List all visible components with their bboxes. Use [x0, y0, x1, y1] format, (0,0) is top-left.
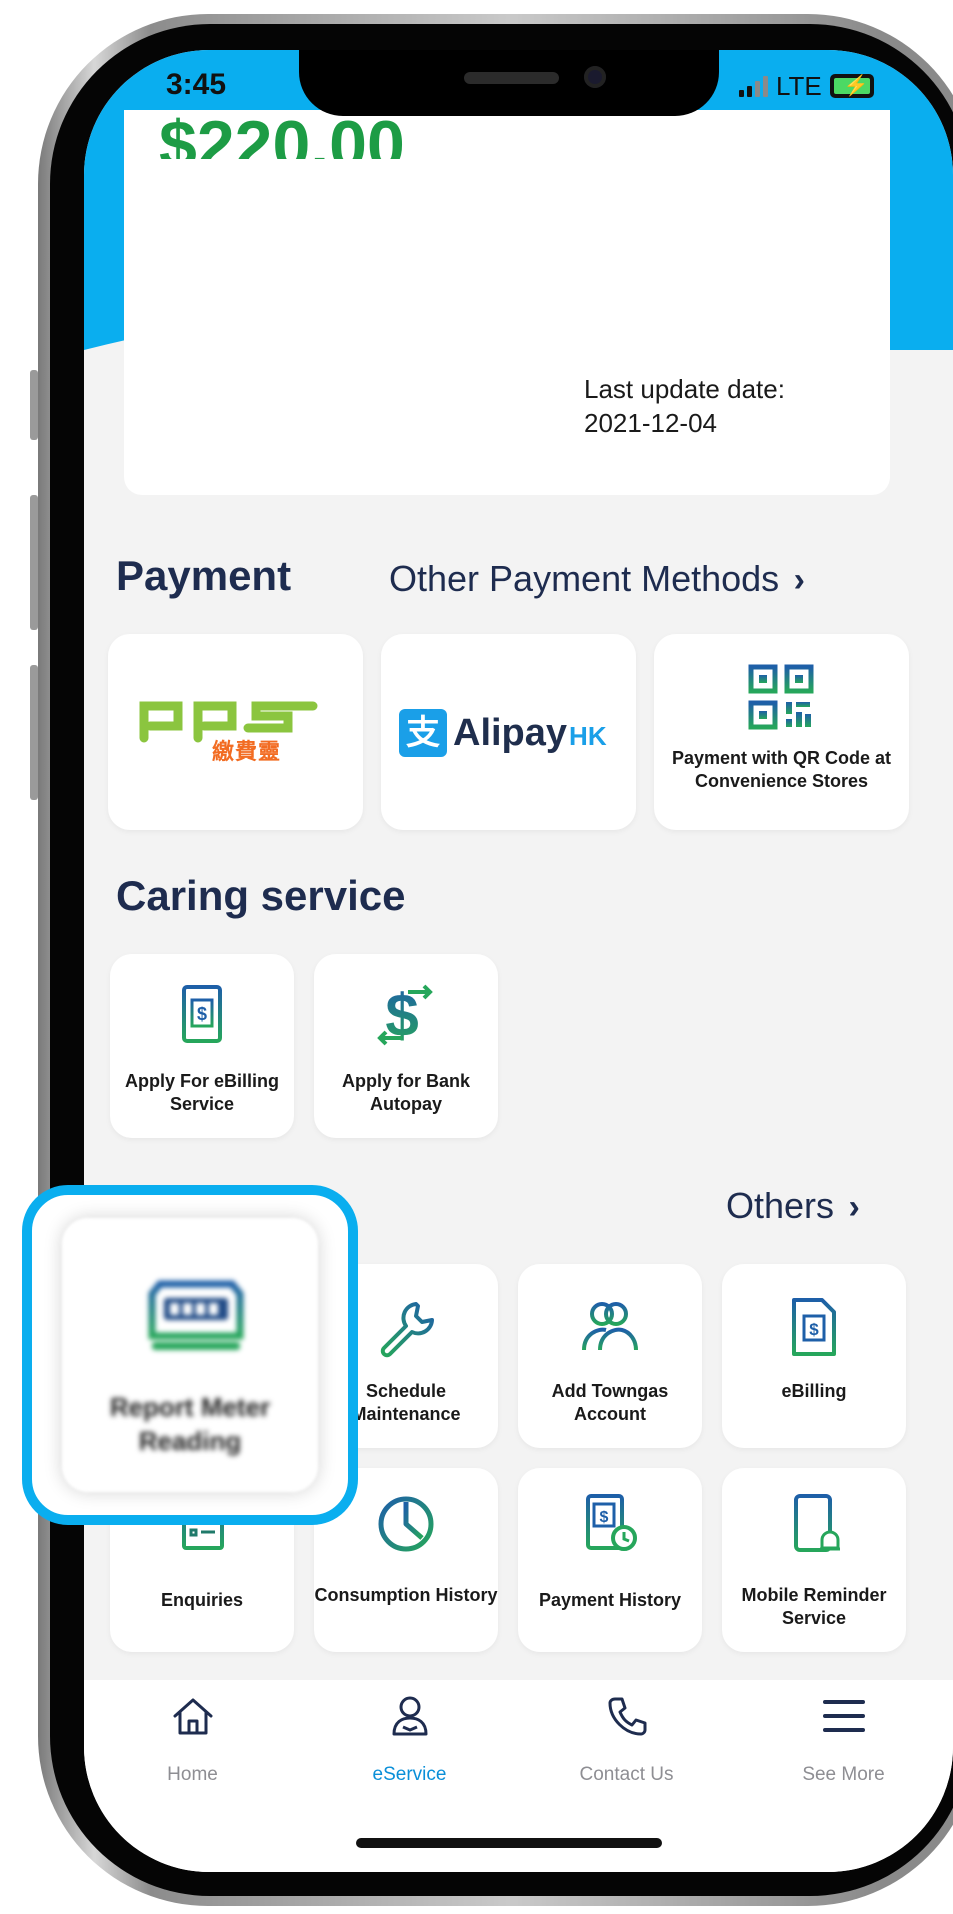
svg-text:$: $ — [809, 1320, 819, 1339]
report-meter-reading-label: Report Meter Reading — [109, 1392, 271, 1456]
last-update: Last update date: 2021-12-04 — [584, 372, 785, 440]
status-time: 3:45 — [166, 68, 227, 101]
payment-history-icon: $ — [586, 1494, 637, 1551]
users-icon — [582, 1302, 638, 1351]
svg-text:$: $ — [600, 1509, 609, 1526]
signal-icon — [739, 75, 768, 97]
menu-icon — [823, 1700, 865, 1732]
apply-ebilling-label: Apply For eBilling Service — [124, 1071, 279, 1114]
tab-see-more-label: See More — [802, 1764, 885, 1785]
tab-eservice-label: eService — [372, 1764, 447, 1785]
svg-text:$: $ — [197, 1004, 207, 1024]
ebilling-tile[interactable]: $ eBilling — [722, 1264, 906, 1448]
user-icon — [392, 1696, 428, 1736]
amount-due: $220.00 — [159, 115, 405, 159]
qr-payment-label: Payment with QR Code at Convenience Stor… — [671, 748, 892, 791]
phone-icon — [608, 1697, 647, 1736]
volume-down-button — [30, 665, 38, 800]
tab-contact-us-label: Contact Us — [579, 1764, 674, 1785]
screen: $220.00 Last update date: 2021-12-04 3:4… — [84, 50, 953, 1872]
home-icon — [173, 1698, 213, 1735]
other-payment-methods-label: Other Payment Methods — [389, 558, 780, 599]
battery-icon: ⚡ — [829, 74, 874, 98]
volume-up-button — [30, 495, 38, 630]
network-label: LTE — [776, 70, 822, 101]
alipay-icon: 支 — [399, 709, 447, 757]
consumption-history-label: Consumption History — [314, 1585, 498, 1605]
chevron-right-icon: › — [793, 561, 805, 599]
camera — [584, 66, 606, 88]
mobile-reminder-label: Mobile Reminder Service — [741, 1585, 887, 1628]
chevron-right-icon: › — [848, 1188, 860, 1226]
wrench-icon — [380, 1302, 434, 1358]
others-link[interactable]: Others › — [726, 1185, 860, 1227]
alipay-tile[interactable]: 支 AlipayHK — [381, 634, 636, 830]
mute-switch — [30, 370, 38, 440]
enquiries-label: Enquiries — [160, 1590, 244, 1610]
bank-autopay-label: Apply for Bank Autopay — [341, 1071, 470, 1114]
others-label: Others — [726, 1185, 835, 1226]
mobile-bell-icon — [794, 1494, 840, 1552]
qr-payment-tile[interactable]: Payment with QR Code at Convenience Stor… — [654, 634, 909, 830]
ebill-icon: $ — [792, 1298, 836, 1356]
alipay-wordmark: AlipayHK — [453, 712, 607, 755]
status-icons: LTE ⚡ — [739, 70, 874, 101]
payment-title: Payment — [116, 552, 292, 599]
alipay-suffix: HK — [569, 721, 607, 751]
pps-chinese-label: 繳費靈 — [212, 739, 282, 764]
highlight-callout[interactable]: Report Meter Reading — [22, 1185, 358, 1525]
add-towngas-account-label: Add Towngas Account — [551, 1381, 669, 1424]
apply-ebilling-tile[interactable]: $ Apply For eBilling Service — [110, 954, 294, 1138]
speaker — [464, 72, 559, 84]
last-update-label: Last update date: — [584, 374, 785, 404]
notch — [299, 50, 719, 116]
alipay-text: Alipay — [453, 712, 568, 754]
pps-tile[interactable]: 繳費靈 — [108, 634, 363, 830]
home-indicator — [356, 1838, 662, 1848]
account-card: $220.00 Last update date: 2021-12-04 — [124, 110, 890, 495]
ebilling-label: eBilling — [781, 1381, 847, 1401]
payment-history-tile[interactable]: $ Payment History — [518, 1468, 702, 1652]
add-towngas-account-tile[interactable]: Add Towngas Account — [518, 1264, 702, 1448]
dollar-phone-icon: $ — [182, 985, 222, 1043]
tab-home-label: Home — [167, 1764, 218, 1785]
other-payment-methods-link[interactable]: Other Payment Methods › — [389, 558, 805, 600]
last-update-value: 2021-12-04 — [584, 408, 717, 438]
caring-service-title: Caring service — [116, 872, 406, 919]
meter-icon — [148, 1280, 244, 1350]
bank-autopay-tile[interactable]: $ Apply for Bank Autopay — [314, 954, 498, 1138]
report-meter-reading-tile[interactable]: Report Meter Reading — [62, 1218, 318, 1492]
mobile-reminder-tile[interactable]: Mobile Reminder Service — [722, 1468, 906, 1652]
pie-icon — [378, 1496, 434, 1552]
dollar-arrows-icon: $ — [377, 982, 433, 1048]
payment-history-label: Payment History — [538, 1590, 682, 1610]
qr-code-icon — [748, 664, 814, 730]
